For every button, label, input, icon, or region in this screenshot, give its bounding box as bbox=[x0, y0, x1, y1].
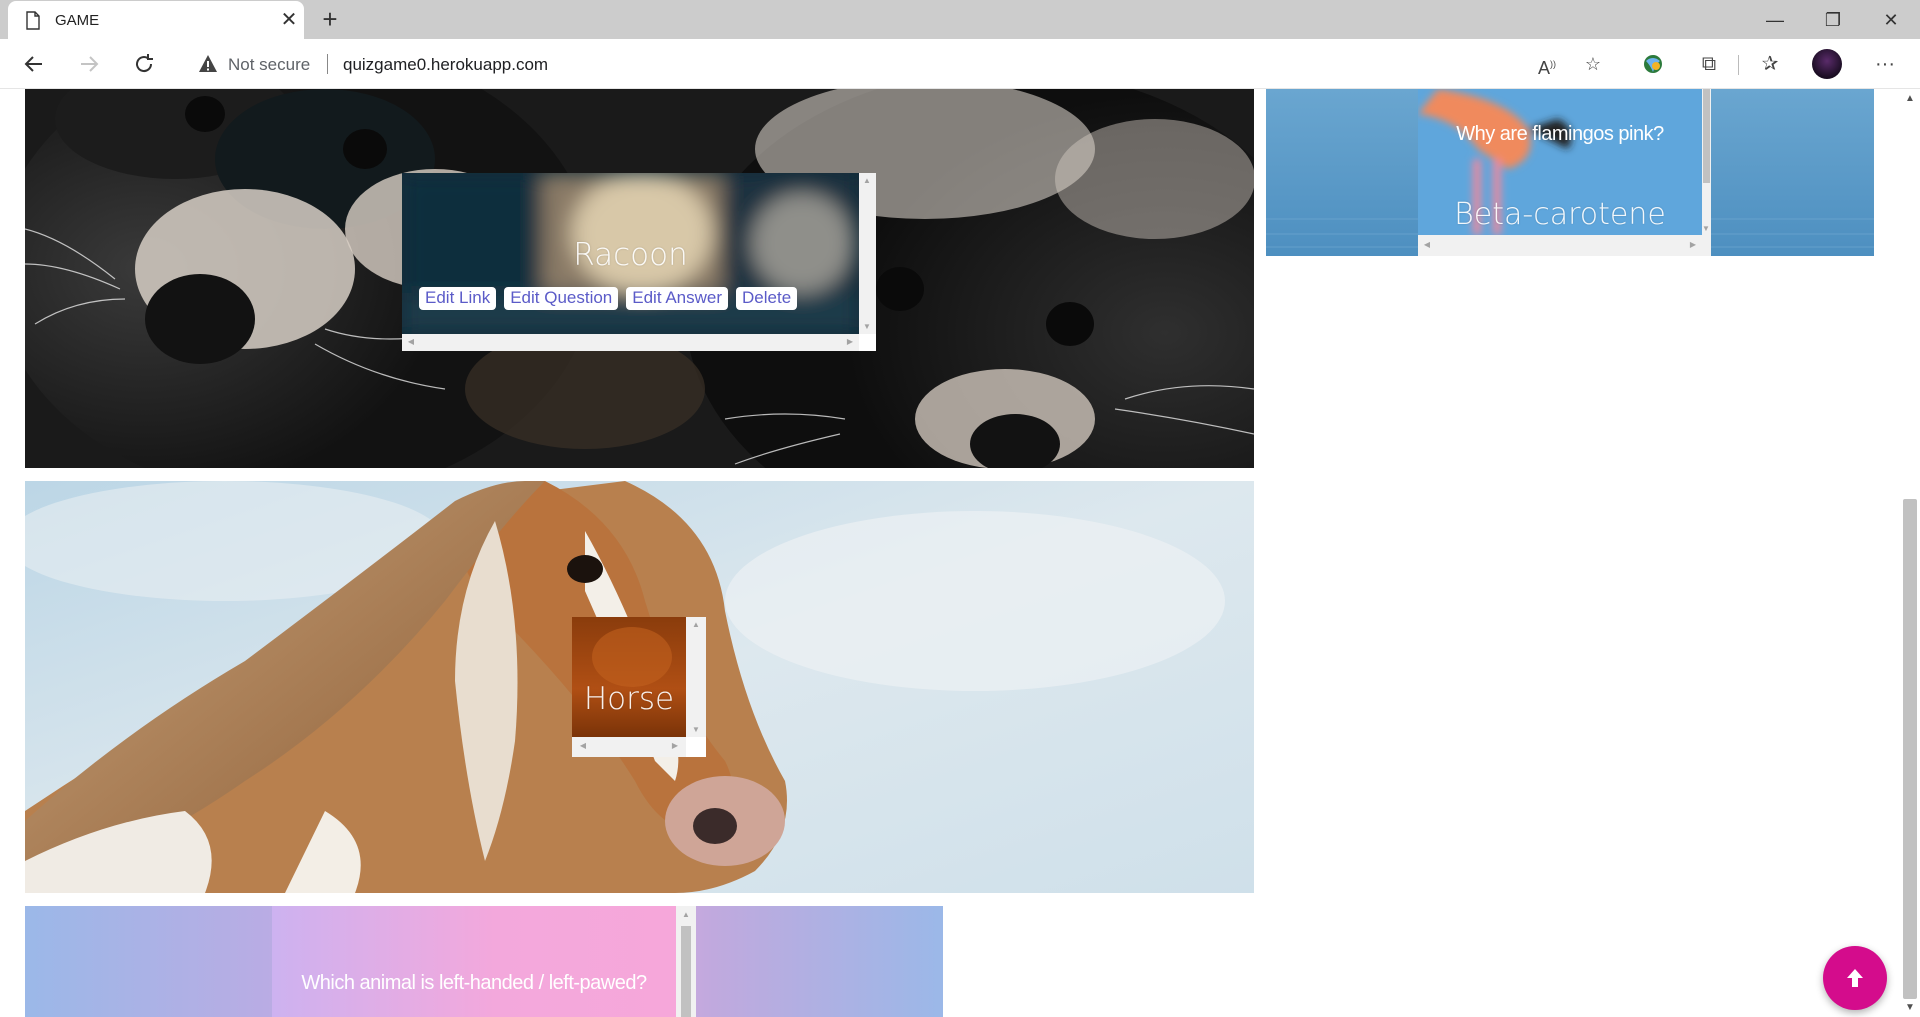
toolbar-divider bbox=[1738, 55, 1739, 75]
scroll-right-arrow-icon[interactable]: ▶ bbox=[844, 337, 856, 346]
scroll-left-arrow-icon[interactable]: ◀ bbox=[1421, 240, 1433, 249]
horse-inner-box[interactable]: Horse ▲ ▼ ◀ ▶ bbox=[572, 617, 706, 757]
close-icon[interactable]: ✕ bbox=[278, 9, 300, 31]
url-text[interactable]: quizgame0.herokuapp.com bbox=[343, 55, 548, 75]
scrollbar-thumb[interactable] bbox=[1703, 89, 1710, 183]
inner-horizontal-scrollbar[interactable]: ◀ ▶ bbox=[572, 737, 686, 757]
browser-essentials-icon[interactable] bbox=[1638, 50, 1668, 78]
horse-thumbnail bbox=[572, 617, 686, 737]
back-arrow-icon[interactable] bbox=[18, 49, 50, 79]
forward-arrow-icon[interactable] bbox=[73, 49, 105, 79]
restore-icon[interactable]: ❐ bbox=[1810, 6, 1856, 34]
scroll-left-arrow-icon[interactable]: ◀ bbox=[405, 337, 417, 346]
page-scrollbar[interactable]: ▲ ▼ bbox=[1900, 89, 1920, 1017]
scrollbar-thumb[interactable] bbox=[681, 926, 691, 1017]
security-label[interactable]: Not secure bbox=[228, 55, 310, 75]
profile-avatar[interactable] bbox=[1812, 49, 1842, 79]
more-options-icon[interactable]: ··· bbox=[1870, 50, 1900, 78]
edit-answer-button[interactable]: Edit Answer bbox=[626, 287, 729, 310]
scroll-right-arrow-icon[interactable]: ▶ bbox=[1687, 240, 1699, 249]
edit-question-button[interactable]: Edit Question bbox=[504, 287, 619, 310]
scroll-to-top-button[interactable] bbox=[1823, 946, 1887, 1010]
extensions-icon[interactable]: ⧉ bbox=[1694, 50, 1724, 78]
animal-card-horse: Horse ▲ ▼ ◀ ▶ bbox=[25, 481, 1254, 893]
animal-card-racoon: Racoon Edit Link Edit Question Edit Answ… bbox=[25, 89, 1254, 468]
scroll-left-arrow-icon[interactable]: ◀ bbox=[577, 741, 589, 750]
inner-vertical-scrollbar[interactable]: ▲ bbox=[676, 906, 696, 1017]
scroll-up-arrow-icon[interactable]: ▲ bbox=[680, 910, 692, 919]
left-handed-inner-box[interactable]: Which animal is left-handed / left-pawed… bbox=[272, 906, 702, 1017]
scroll-down-arrow-icon[interactable]: ▼ bbox=[690, 725, 702, 734]
plus-icon[interactable]: + bbox=[316, 6, 344, 34]
inner-vertical-scrollbar[interactable]: ▲ ▼ bbox=[859, 173, 876, 334]
delete-button[interactable]: Delete bbox=[736, 287, 798, 310]
scroll-up-arrow-icon[interactable]: ▲ bbox=[1904, 93, 1916, 104]
refresh-icon[interactable] bbox=[128, 49, 160, 79]
arrow-up-icon bbox=[1847, 969, 1863, 987]
left-handed-question: Which animal is left-handed / left-pawed… bbox=[301, 972, 647, 994]
scroll-down-arrow-icon[interactable]: ▼ bbox=[1700, 224, 1711, 233]
card-title-horse: Horse bbox=[583, 681, 675, 717]
minimize-icon[interactable]: — bbox=[1752, 6, 1798, 34]
racoon-inner-content: Racoon Edit Link Edit Question Edit Answ… bbox=[402, 173, 859, 334]
scroll-right-arrow-icon[interactable]: ▶ bbox=[669, 741, 681, 750]
scroll-up-arrow-icon[interactable]: ▲ bbox=[861, 176, 873, 185]
inner-horizontal-scrollbar[interactable]: ◀ ▶ bbox=[402, 334, 859, 351]
tab-title: GAME bbox=[55, 12, 100, 29]
read-aloud-icon[interactable]: A)) bbox=[1534, 52, 1560, 78]
scroll-down-arrow-icon[interactable]: ▼ bbox=[1904, 1002, 1916, 1013]
racoon-inner-box[interactable]: Racoon Edit Link Edit Question Edit Answ… bbox=[402, 173, 876, 351]
card-title-racoon: Racoon bbox=[573, 237, 688, 273]
page-scrollbar-thumb[interactable] bbox=[1903, 499, 1917, 999]
left-handed-inner-content: Which animal is left-handed / left-pawed… bbox=[272, 906, 676, 1017]
tab-bar: GAME ✕ + — ❐ ✕ bbox=[0, 0, 1920, 39]
address-bar[interactable]: Not secure quizgame0.herokuapp.com A)) ☆ bbox=[180, 44, 1620, 84]
scroll-down-arrow-icon[interactable]: ▼ bbox=[861, 322, 873, 331]
page-content: Racoon Edit Link Edit Question Edit Answ… bbox=[0, 89, 1900, 1017]
question-card-left-handed: Which animal is left-handed / left-pawed… bbox=[25, 906, 943, 1017]
close-window-icon[interactable]: ✕ bbox=[1868, 6, 1914, 34]
edit-link-button[interactable]: Edit Link bbox=[419, 287, 497, 310]
inner-vertical-scrollbar[interactable]: ▼ bbox=[1702, 89, 1711, 235]
flamingo-inner-box[interactable]: Why are flamingos pink? Beta-carotene ▼ … bbox=[1418, 89, 1711, 256]
page-icon bbox=[26, 11, 40, 30]
horse-inner-content: Horse bbox=[572, 617, 686, 737]
warning-icon[interactable] bbox=[198, 54, 218, 74]
flamingo-answer: Beta-carotene bbox=[1454, 197, 1666, 232]
inner-horizontal-scrollbar[interactable]: ◀ ▶ bbox=[1418, 235, 1702, 256]
scroll-up-arrow-icon[interactable]: ▲ bbox=[690, 620, 702, 629]
flamingo-inner-content: Why are flamingos pink? Beta-carotene bbox=[1418, 89, 1702, 235]
inner-vertical-scrollbar[interactable]: ▲ ▼ bbox=[686, 617, 706, 737]
favorites-icon[interactable]: ✰ bbox=[1755, 50, 1785, 78]
card-actions: Edit Link Edit Question Edit Answer Dele… bbox=[419, 287, 798, 310]
question-card-flamingo: Why are flamingos pink? Beta-carotene ▼ … bbox=[1266, 89, 1874, 256]
browser-tab[interactable]: GAME ✕ bbox=[8, 1, 304, 39]
address-divider bbox=[327, 54, 328, 74]
add-favorite-icon[interactable]: ☆ bbox=[1580, 52, 1606, 76]
browser-toolbar: Not secure quizgame0.herokuapp.com A)) ☆… bbox=[0, 39, 1920, 89]
flamingo-question: Why are flamingos pink? bbox=[1456, 123, 1664, 145]
